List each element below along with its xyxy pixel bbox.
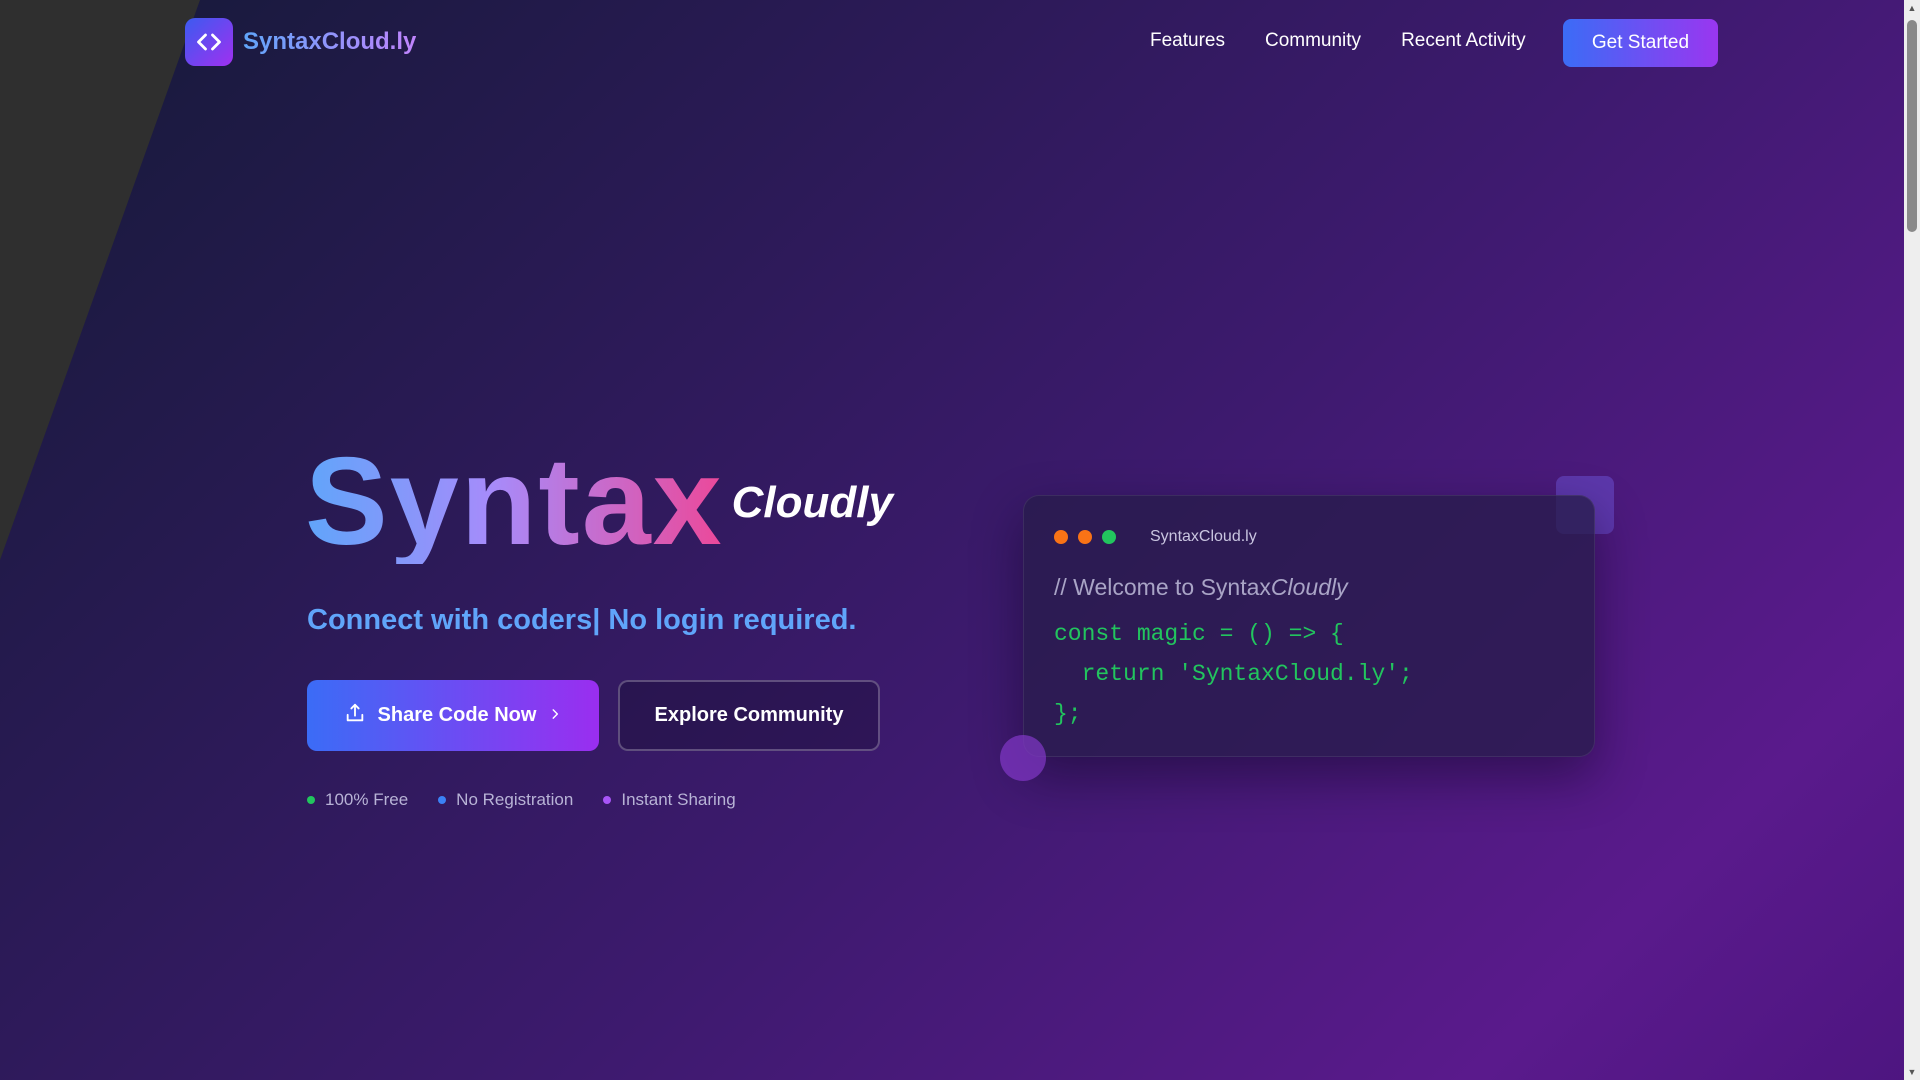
card-header: SyntaxCloud.ly bbox=[1054, 528, 1257, 546]
feature-label: No Registration bbox=[456, 790, 574, 809]
feature-list: 100% Free No Registration Instant Sharin… bbox=[307, 790, 736, 810]
brand-name: SyntaxCloud.ly bbox=[243, 28, 417, 55]
code-preview-card: SyntaxCloud.ly // Welcome to SyntaxCloud… bbox=[1023, 495, 1595, 757]
code-block: const magic = () => { return 'SyntaxClou… bbox=[1054, 614, 1413, 734]
hero-title-super: Cloudly bbox=[731, 478, 893, 527]
feature-dot bbox=[307, 796, 315, 804]
share-code-button[interactable]: Share Code Now bbox=[307, 680, 599, 751]
scroll-up-arrow-icon[interactable]: ▲ bbox=[1904, 0, 1920, 16]
code-brackets-icon bbox=[185, 18, 233, 66]
nav-link-community[interactable]: Community bbox=[1265, 30, 1361, 52]
brand[interactable]: SyntaxCloud.ly bbox=[185, 18, 416, 66]
code-comment-prefix: // Welcome to Syntax bbox=[1054, 574, 1271, 600]
share-code-label: Share Code Now bbox=[377, 704, 537, 726]
nav-links: Features Community Recent Activity bbox=[1150, 30, 1526, 52]
hero-tagline: Connect with coders| No login required. bbox=[307, 604, 857, 636]
hero-title: Syntax Cloudly bbox=[305, 440, 893, 564]
feature-item: 100% Free bbox=[307, 790, 408, 810]
explore-community-button[interactable]: Explore Community bbox=[618, 680, 880, 751]
scroll-down-arrow-icon[interactable]: ▼ bbox=[1904, 1064, 1920, 1080]
feature-label: 100% Free bbox=[325, 790, 409, 809]
upload-icon bbox=[344, 702, 366, 730]
chevron-right-icon bbox=[548, 704, 562, 727]
scroll-thumb[interactable] bbox=[1907, 20, 1917, 232]
code-line: const magic = () => { bbox=[1054, 621, 1344, 647]
window-dot-close bbox=[1054, 530, 1068, 544]
feature-dot bbox=[603, 796, 612, 804]
nav-link-recent-activity[interactable]: Recent Activity bbox=[1401, 30, 1526, 52]
nav-link-features[interactable]: Features bbox=[1150, 30, 1225, 52]
landing-page: SyntaxCloud.ly Features Community Recent… bbox=[0, 0, 1904, 1080]
feature-item: Instant Sharing bbox=[603, 790, 736, 810]
feature-item: No Registration bbox=[438, 790, 573, 810]
code-comment-italic: Cloudly bbox=[1270, 574, 1348, 600]
decorative-circle bbox=[1000, 735, 1046, 781]
feature-label: Instant Sharing bbox=[621, 790, 736, 809]
feature-dot bbox=[438, 796, 447, 804]
hero-title-main: Syntax bbox=[305, 433, 724, 571]
code-comment: // Welcome to SyntaxCloudly bbox=[1054, 574, 1348, 601]
window-dot-maximize bbox=[1102, 530, 1116, 544]
page-scrollbar[interactable]: ▲ ▼ bbox=[1904, 0, 1920, 1080]
top-nav: SyntaxCloud.ly Features Community Recent… bbox=[0, 0, 1904, 86]
window-dot-minimize bbox=[1078, 530, 1092, 544]
get-started-button[interactable]: Get Started bbox=[1563, 19, 1718, 67]
card-title: SyntaxCloud.ly bbox=[1150, 528, 1257, 545]
code-line: }; bbox=[1054, 701, 1082, 727]
code-line: return 'SyntaxCloud.ly'; bbox=[1054, 661, 1413, 687]
